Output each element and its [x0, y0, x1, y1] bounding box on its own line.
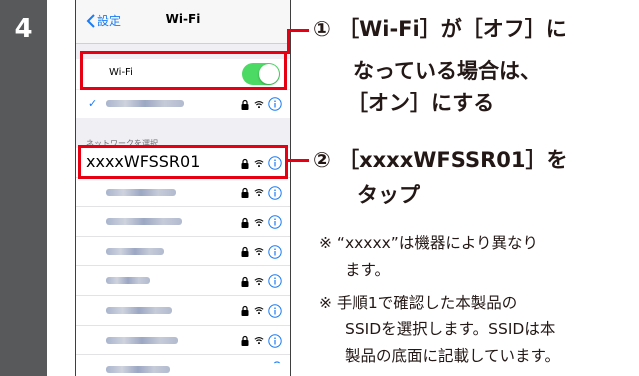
page-title: Wi-Fi — [165, 12, 201, 26]
network-icons — [240, 97, 282, 111]
lock-icon — [241, 276, 249, 287]
wifi-signal-icon — [254, 277, 264, 286]
step-number: 4 — [14, 14, 33, 44]
info-icon[interactable] — [268, 215, 282, 229]
info-icon[interactable] — [268, 304, 282, 318]
network-row[interactable] — [76, 355, 290, 376]
network-row[interactable] — [76, 326, 290, 356]
note-1-line1: ※ “xxxxx”は機器により異なり — [319, 234, 539, 252]
network-icons — [240, 304, 282, 318]
target-network-highlight — [78, 145, 288, 179]
navigation-bar: 設定 Wi-Fi — [76, 0, 290, 44]
network-row[interactable] — [76, 178, 290, 208]
note-2-line2: SSIDを選択します。SSIDは本 — [345, 320, 556, 338]
wifi-toggle-highlight — [80, 51, 287, 90]
network-row[interactable] — [76, 207, 290, 237]
instruction-2-line1: ② ［xxxxWFSSR01］を — [313, 148, 568, 172]
instruction-2-line2: タップ — [357, 183, 420, 207]
info-icon[interactable] — [268, 185, 282, 200]
leader-line-2 — [288, 159, 309, 162]
leader-line-1-vertical — [287, 30, 290, 54]
blurred-ssid — [106, 336, 178, 344]
blurred-ssid — [106, 366, 170, 374]
note-2-line1: ※ 手順1で確認した本製品の — [319, 294, 518, 312]
instruction-1-line2: なっている場合は、 — [353, 59, 541, 83]
instruction-1-line1: ① ［Wi-Fi］が［オフ］に — [313, 17, 567, 41]
lock-icon — [241, 306, 249, 317]
blurred-ssid — [106, 306, 172, 314]
wifi-signal-icon — [254, 189, 264, 197]
wifi-signal-icon — [254, 307, 264, 315]
connected-network-row[interactable]: ✓ — [76, 90, 290, 118]
checkmark-icon: ✓ — [88, 97, 98, 110]
wifi-signal-icon — [254, 248, 264, 256]
network-row[interactable] — [76, 237, 290, 267]
network-icons — [240, 274, 282, 289]
info-icon[interactable] — [268, 97, 282, 111]
step-bar: 4 — [0, 0, 47, 376]
info-icon[interactable] — [268, 333, 282, 348]
lock-icon — [241, 247, 249, 258]
blurred-ssid — [106, 277, 150, 285]
blurred-ssid — [106, 100, 184, 107]
wifi-signal-icon — [254, 100, 264, 108]
network-icons — [258, 361, 282, 368]
wifi-signal-icon — [254, 337, 264, 345]
blurred-ssid — [106, 218, 182, 226]
note-1-line2: ます。 — [345, 261, 390, 279]
network-icons — [240, 185, 282, 200]
leader-line-1 — [287, 29, 309, 32]
instruction-1-line3: ［オン］にする — [347, 91, 495, 115]
lock-icon — [241, 217, 249, 228]
info-icon[interactable] — [268, 245, 282, 259]
blurred-ssid — [106, 188, 176, 196]
network-row[interactable] — [76, 266, 290, 296]
blurred-ssid — [106, 247, 164, 255]
network-list: xxxxWFSSR01 — [76, 148, 290, 376]
lock-icon — [241, 99, 249, 110]
info-icon[interactable] — [268, 274, 282, 289]
network-row[interactable] — [76, 296, 290, 326]
wifi-signal-icon — [254, 218, 264, 226]
lock-icon — [241, 335, 249, 347]
lock-icon — [241, 188, 249, 199]
network-icons — [240, 245, 282, 259]
network-icons — [240, 333, 282, 348]
network-icons — [240, 215, 282, 229]
note-2-line3: 製品の底面に記載しています。 — [345, 347, 560, 365]
wifi-signal-icon — [273, 361, 281, 364]
